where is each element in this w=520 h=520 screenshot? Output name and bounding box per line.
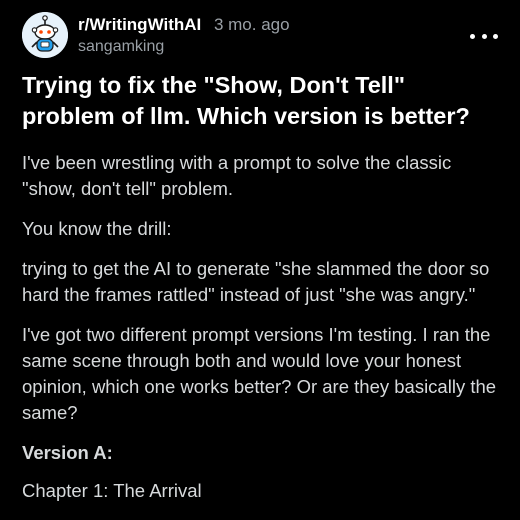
snoo-icon (22, 12, 68, 58)
post-title[interactable]: Trying to fix the "Show, Don't Tell" pro… (22, 70, 502, 132)
post-body: I've been wrestling with a prompt to sol… (22, 150, 502, 518)
post-age: 3 mo. ago (213, 15, 290, 34)
body-paragraph: trying to get the AI to generate "she sl… (22, 258, 490, 305)
body-paragraph: You know the drill: (22, 218, 172, 239)
dot (481, 33, 487, 39)
dot (470, 33, 475, 39)
body-paragraph: I've got two different prompt versions I… (22, 324, 497, 423)
post-header: r/WritingWithAI 3 mo. ago sangamking (22, 12, 498, 60)
dot (493, 33, 498, 39)
more-options-icon[interactable] (470, 24, 498, 48)
post-meta: r/WritingWithAI 3 mo. ago sangamking (78, 14, 290, 57)
body-paragraph: I've been wrestling with a prompt to sol… (22, 152, 452, 199)
post-container: r/WritingWithAI 3 mo. ago sangamking Try… (0, 0, 520, 520)
subreddit-line: r/WritingWithAI 3 mo. ago (78, 14, 290, 36)
subreddit-link[interactable]: r/WritingWithAI (78, 15, 201, 34)
version-heading: Version A: (22, 442, 113, 463)
author-link[interactable]: sangamking (78, 37, 290, 57)
subreddit-avatar-icon[interactable] (22, 12, 68, 58)
chapter-line: Chapter 1: The Arrival (22, 480, 202, 501)
